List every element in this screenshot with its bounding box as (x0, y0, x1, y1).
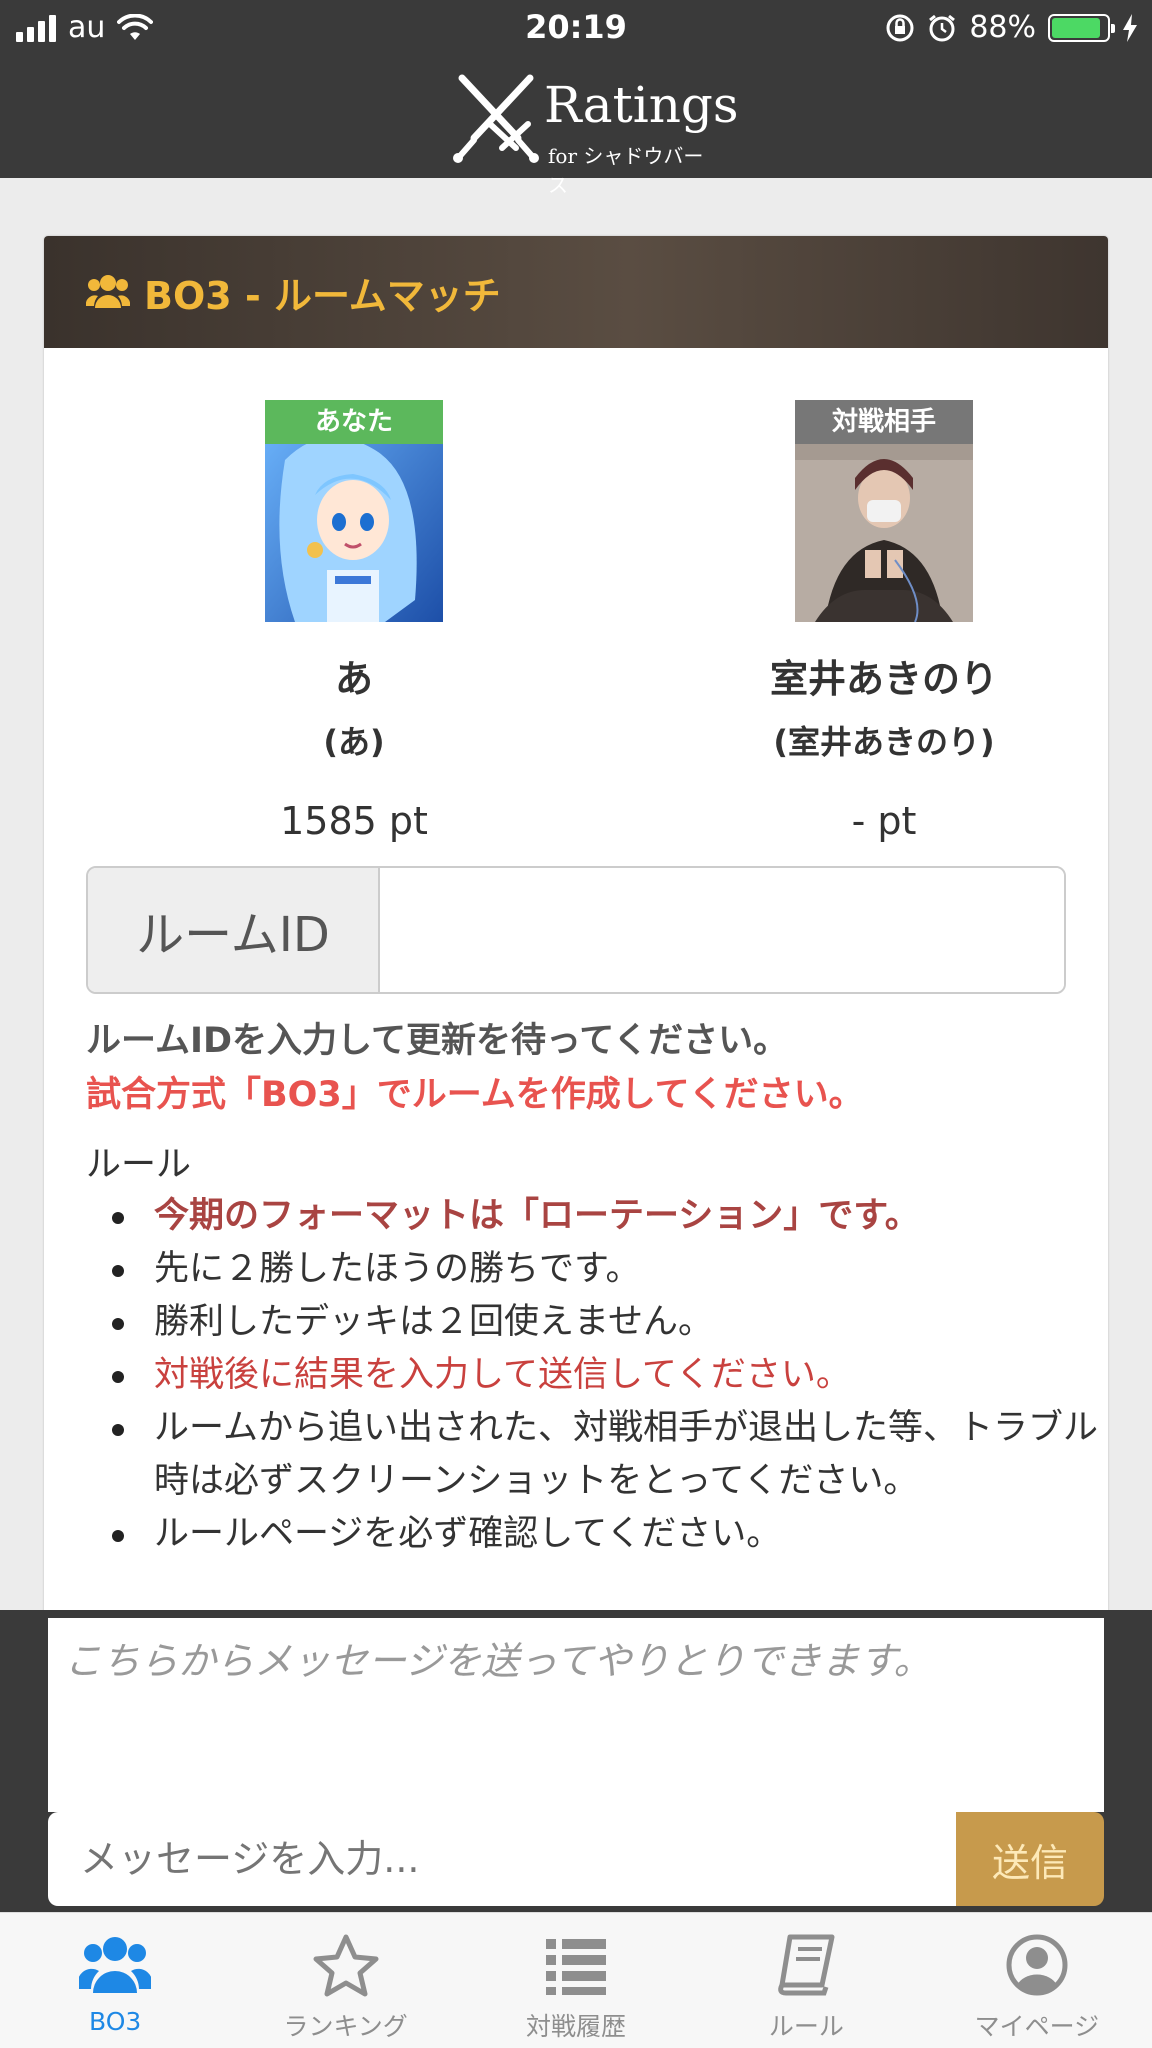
message-input[interactable] (48, 1812, 956, 1906)
charging-icon (1123, 13, 1137, 42)
tab-label: ルール (768, 2012, 844, 2041)
room-id-input[interactable] (380, 868, 1064, 992)
status-bar: au 20:19 88% (0, 0, 1152, 56)
rule-item: 今期のフォーマットは「ローテーション」です。 (112, 1190, 1108, 1243)
tab-label: ランキング (283, 2012, 408, 2041)
tab-rules[interactable]: ルール (691, 1913, 921, 2048)
tab-label: マイページ (974, 2012, 1100, 2041)
battery-percent: 88% (969, 10, 1036, 45)
avatar-you[interactable]: あなた (265, 400, 443, 622)
rotation-lock-icon (886, 14, 914, 41)
player-name-opponent: 室井あきのり (769, 657, 998, 701)
logo-title: Ratings (544, 76, 739, 134)
crossed-swords-icon (453, 74, 539, 163)
player-sub-you: (あ) (323, 723, 385, 761)
player-points-opponent: - pt (851, 799, 917, 843)
player-you: あなた あ (あ) 1585 pt (144, 400, 564, 843)
app-header: Ratings for シャドウバース (0, 56, 1152, 197)
chat-messages[interactable]: こちらからメッセージを送ってやりとりできます。 (48, 1618, 1104, 1812)
tab-bar: BO3 ランキング 対戦履歴 ルール マイページ (0, 1912, 1152, 2048)
tab-mypage[interactable]: マイページ (922, 1913, 1152, 2048)
tag-you: あなた (265, 400, 443, 444)
rules-list: 今期のフォーマットは「ローテーション」です。 先に２勝したほうの勝ちです。 勝利… (112, 1190, 1108, 1561)
player-sub-opponent: (室井あきのり) (773, 723, 995, 761)
status-right: 88% (885, 10, 1138, 45)
card-header: BO3 - ルームマッチ (44, 236, 1108, 348)
rule-item: ルールページを必ず確認してください。 (112, 1508, 1108, 1561)
player-points-you: 1585 pt (280, 799, 428, 843)
match-card: BO3 - ルームマッチ あなた あ (あ) 1585 pt 対戦相手 室井あき… (44, 236, 1108, 1636)
tab-label: BO3 (89, 2007, 142, 2036)
list-icon (546, 1939, 607, 1995)
room-id-group: ルームID (86, 866, 1066, 994)
rule-item: 先に２勝したほうの勝ちです。 (112, 1243, 1108, 1296)
room-id-label: ルームID (88, 868, 380, 992)
user-circle-icon (1006, 1934, 1068, 1996)
users-icon (79, 1937, 152, 1993)
notice-wait: ルームIDを入力して更新を待ってください。 (86, 1021, 789, 1061)
star-icon (313, 1934, 379, 1997)
notice-create-room: 試合方式「BO3」でルームを作成してください。 (86, 1075, 864, 1115)
player-opponent: 対戦相手 室井あきのり (室井あきのり) - pt (674, 400, 1094, 843)
rule-item: 勝利したデッキは２回使えません。 (112, 1296, 1108, 1349)
book-icon (778, 1934, 835, 1996)
message-row: 送信 (48, 1812, 1104, 1906)
send-button[interactable]: 送信 (956, 1812, 1104, 1906)
rule-item: 対戦後に結果を入力して送信してください。 (112, 1349, 1108, 1402)
player-name-you: あ (334, 657, 373, 701)
tab-bo3[interactable]: BO3 (0, 1913, 230, 2048)
users-icon (86, 275, 130, 308)
logo-subtitle: for シャドウバース (548, 144, 704, 197)
battery-icon (1048, 13, 1115, 42)
chat-panel: こちらからメッセージを送ってやりとりできます。 送信 (0, 1610, 1152, 1912)
card-title: BO3 - ルームマッチ (144, 273, 501, 318)
alarm-icon (929, 14, 956, 41)
rule-item: ルームから追い出された、対戦相手が退出した等、トラブル時は必ずスクリーンショット… (112, 1402, 1108, 1508)
battery-fill (1052, 17, 1100, 38)
tab-label: 対戦履歴 (526, 2012, 627, 2041)
rules-heading: ルール (86, 1145, 192, 1185)
avatar-opponent[interactable]: 対戦相手 (795, 400, 973, 622)
app-logo[interactable]: Ratings for シャドウバース (448, 72, 739, 197)
tab-history[interactable]: 対戦履歴 (461, 1913, 691, 2048)
tab-ranking[interactable]: ランキング (230, 1913, 460, 2048)
tag-opponent: 対戦相手 (795, 400, 973, 444)
